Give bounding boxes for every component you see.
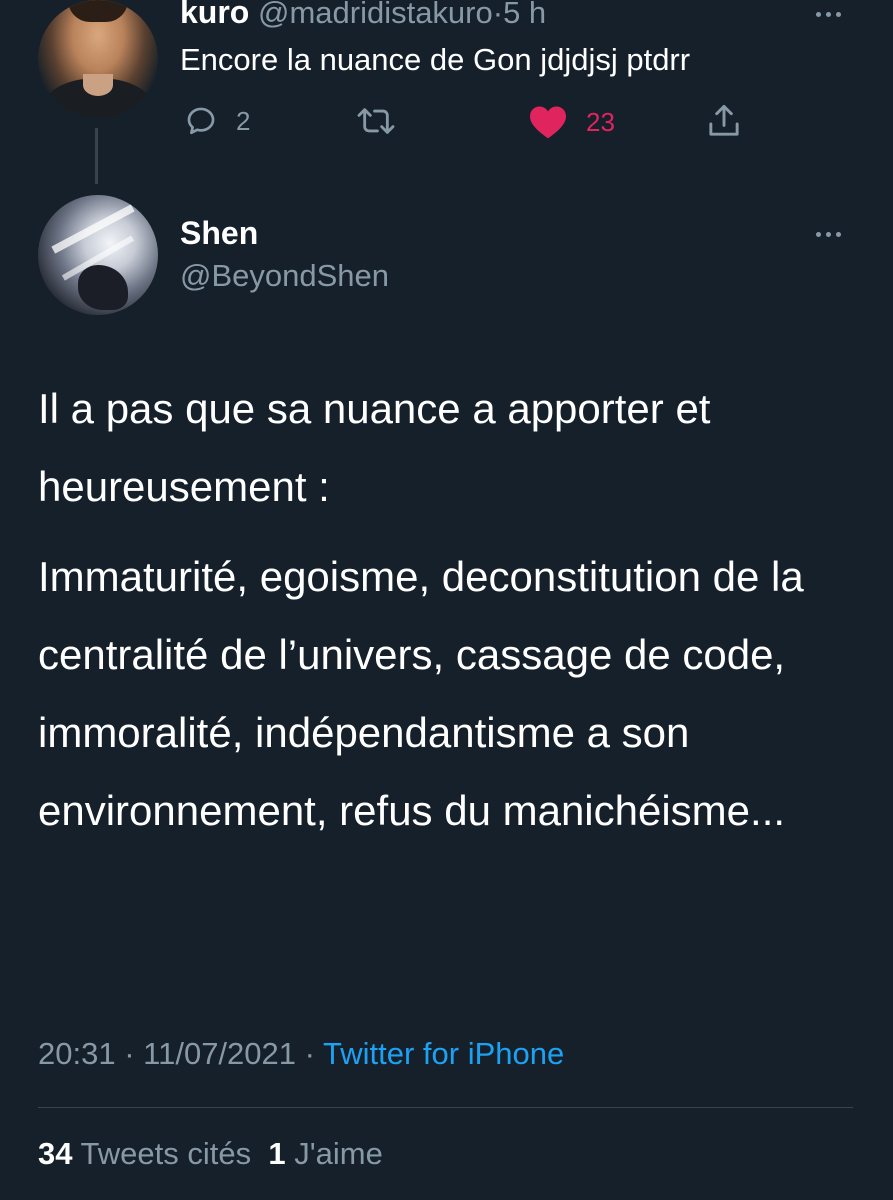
tweet-date: 11/07/2021 (143, 1036, 297, 1071)
parent-author-handle[interactable]: @madridistakuro (258, 0, 493, 30)
tweet-stats: 34 Tweets cités 1 J'aime (38, 1136, 383, 1172)
share-button[interactable] (706, 102, 742, 140)
reply-icon (187, 107, 215, 135)
header-separator: · (492, 0, 504, 30)
main-author-handle[interactable]: @BeyondShen (180, 258, 389, 294)
meta-separator: · (124, 1036, 135, 1071)
likes-label: J'aime (294, 1136, 383, 1171)
likes-count: 1 (268, 1136, 286, 1171)
avatar-neck (83, 74, 113, 96)
retweet-button[interactable] (356, 104, 396, 138)
retweet-icon (357, 108, 395, 134)
parent-more-icon[interactable] (816, 12, 841, 17)
parent-tweet-text: Encore la nuance de Gon jdjdjsj ptdrr (180, 42, 691, 77)
avatar-kuro[interactable] (38, 0, 158, 118)
main-tweet-text: Il a pas que sa nuance a apporter et heu… (38, 370, 858, 850)
parent-tweet-time[interactable]: 5 h (503, 0, 546, 30)
quote-label: Tweets cités (80, 1136, 252, 1171)
reply-button[interactable]: 2 (184, 104, 250, 138)
main-author-name[interactable]: Shen (180, 215, 258, 252)
likes-stat[interactable]: 1 J'aime (268, 1136, 383, 1171)
quote-count: 34 (38, 1136, 73, 1171)
tweet-metadata: 20:31 · 11/07/2021 · Twitter for iPhone (38, 1036, 564, 1072)
tweet-paragraph: Il a pas que sa nuance a apporter et heu… (38, 385, 711, 510)
thread-connector-line (95, 128, 98, 184)
tweet-source-link[interactable]: Twitter for iPhone (323, 1036, 564, 1071)
share-icon (709, 104, 739, 136)
tweet-time: 20:31 (38, 1036, 116, 1071)
parent-author-name[interactable]: kuro (180, 0, 249, 30)
avatar-shadow (78, 265, 128, 310)
main-more-icon[interactable] (816, 232, 841, 237)
like-count: 23 (586, 106, 615, 137)
reply-count: 2 (236, 105, 251, 136)
quote-tweets-stat[interactable]: 34 Tweets cités (38, 1136, 251, 1171)
tweet-paragraph: Immaturité, egoisme, deconstitution de l… (38, 553, 804, 834)
avatar-hair (68, 0, 128, 22)
parent-tweet-header: kuro @madridistakuro·5 h (180, 0, 546, 31)
like-button[interactable]: 23 (528, 104, 615, 140)
avatar-shen[interactable] (38, 195, 158, 315)
meta-separator: · (304, 1036, 315, 1071)
heart-icon (530, 106, 566, 139)
divider (38, 1107, 853, 1108)
